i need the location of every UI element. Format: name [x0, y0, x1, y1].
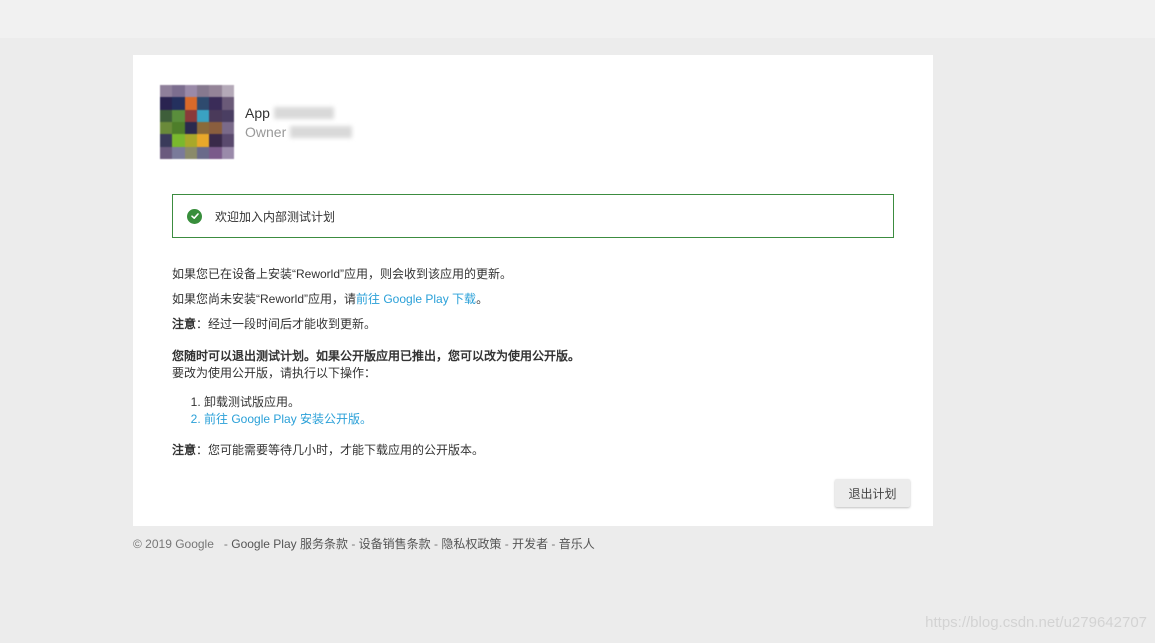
install-info-line: 如果您尚未安装“Reworld”应用，请前往 Google Play 下载。: [172, 291, 488, 308]
footer-link-developers[interactable]: 开发者: [512, 537, 548, 551]
app-icon-pixel: [184, 134, 197, 147]
exit-program-button[interactable]: 退出计划: [835, 479, 910, 507]
app-icon-pixel: [209, 85, 222, 98]
steps-list: 卸载测试版应用。 前往 Google Play 安装公开版。: [172, 394, 372, 428]
redacted-owner-blur: [290, 126, 353, 138]
app-icon-pixel: [160, 121, 173, 135]
top-bar: [0, 0, 1155, 38]
footer-link-terms[interactable]: Google Play 服务条款: [231, 537, 348, 551]
app-icon-pixel: [221, 146, 234, 159]
app-icon-pixel: [196, 134, 210, 147]
app-icon-pixel: [209, 109, 222, 122]
app-icon-pixel: [196, 97, 210, 110]
test-program-card: App Owner 欢迎加入内部测试计划 如果您已在设备上安装“Reworld”…: [133, 55, 933, 526]
app-icon-pixel: [184, 109, 197, 122]
opt-out-heading: 您随时可以退出测试计划。如果公开版应用已推出，您可以改为使用公开版。: [172, 348, 580, 365]
install-info-prefix: 如果您尚未安装“Reworld”应用，请: [172, 292, 357, 306]
update-info-line: 如果您已在设备上安装“Reworld”应用，则会收到该应用的更新。: [172, 267, 513, 281]
app-owner: Owner: [245, 124, 353, 140]
steps-intro: 要改为使用公开版，请执行以下操作：: [172, 366, 377, 380]
app-icon-pixel: [221, 109, 234, 122]
app-name-text: App: [245, 105, 270, 121]
app-icon-pixel: [160, 134, 173, 147]
app-icon-pixel: [184, 121, 197, 135]
app-icon-pixel: [172, 109, 185, 122]
app-owner-text: Owner: [245, 124, 287, 140]
google-play-download-link[interactable]: 前往 Google Play 下载: [356, 292, 476, 306]
app-icon-pixel: [172, 146, 185, 159]
note-text-2: ：您可能需要等待几小时，才能下载应用的公开版本。: [196, 443, 485, 457]
app-icon-pixel: [160, 146, 173, 159]
app-icon-pixel: [184, 146, 197, 159]
app-icon-pixel: [172, 134, 185, 147]
app-icon-pixel: [160, 97, 173, 110]
app-header: App Owner: [160, 85, 460, 159]
opt-out-bold-text: 您随时可以退出测试计划。如果公开版应用已推出，您可以改为使用公开版。: [172, 349, 581, 363]
app-icon: [160, 85, 234, 159]
app-icon-pixel: [209, 97, 222, 110]
install-public-version-link[interactable]: 前往 Google Play 安装公开版。: [204, 412, 372, 426]
app-icon-pixel: [221, 85, 234, 98]
step-1: 卸载测试版应用。: [204, 394, 372, 411]
app-icon-pixel: [209, 146, 222, 159]
install-info-suffix: 。: [476, 292, 489, 306]
app-icon-pixel: [196, 85, 210, 98]
banner-message: 欢迎加入内部测试计划: [215, 209, 336, 224]
note-text-1: ：经过一段时间后才能收到更新。: [196, 317, 377, 331]
check-circle-icon: [187, 208, 202, 224]
watermark: https://blog.csdn.net/u279642707: [925, 614, 1147, 631]
app-icon-pixel: [196, 146, 210, 159]
footer-link-device-sales[interactable]: 设备销售条款: [359, 537, 431, 551]
note-line-1: 注意：经过一段时间后才能收到更新。: [172, 316, 376, 333]
app-name: App: [245, 105, 334, 121]
app-icon-pixel: [160, 109, 173, 122]
app-icon-pixel: [172, 121, 185, 135]
footer-link-privacy[interactable]: 隐私权政策: [441, 537, 501, 551]
app-icon-pixel: [172, 97, 185, 110]
footer-link-artists[interactable]: 音乐人: [559, 537, 595, 551]
app-icon-pixel: [221, 121, 234, 135]
app-icon-pixel: [221, 134, 234, 147]
footer: © 2019 Google - Google Play 服务条款 - 设备销售条…: [133, 537, 595, 551]
copyright: © 2019 Google: [133, 537, 214, 551]
app-icon-pixel: [184, 97, 197, 110]
app-icon-pixel: [221, 97, 234, 110]
app-icon-pixel: [196, 121, 210, 135]
app-icon-pixel: [172, 85, 185, 98]
redacted-name-blur: [273, 107, 334, 119]
note-label-2: 注意: [172, 443, 197, 457]
success-banner: 欢迎加入内部测试计划: [172, 194, 894, 238]
step-1-text: 卸载测试版应用。: [204, 395, 301, 409]
app-icon-pixel: [209, 121, 222, 135]
app-icon-pixel: [184, 85, 197, 98]
note-line-2: 注意：您可能需要等待几小时，才能下载应用的公开版本。: [172, 442, 484, 459]
step-2: 前往 Google Play 安装公开版。: [204, 411, 372, 428]
app-icon-pixel: [209, 134, 222, 147]
app-icon-pixel: [196, 109, 210, 122]
note-label: 注意: [172, 317, 197, 331]
app-icon-pixel: [160, 85, 173, 98]
